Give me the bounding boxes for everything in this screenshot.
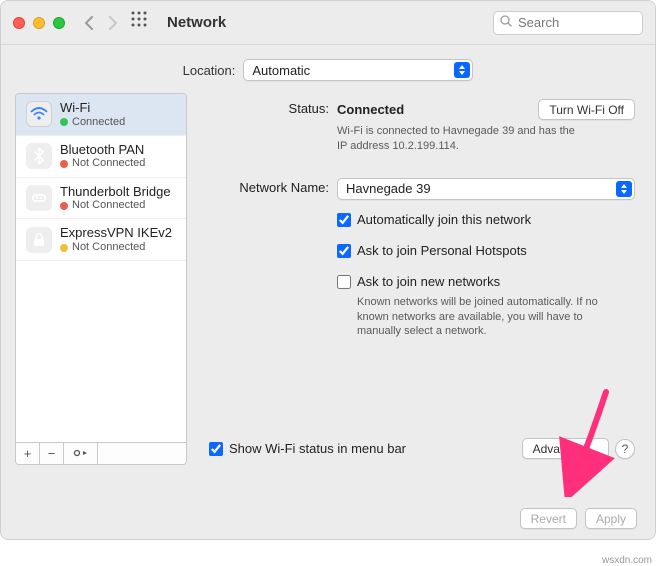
service-actions-button[interactable] <box>64 443 98 464</box>
sidebar: Wi-Fi Connected Bluetooth PAN Not Connec… <box>15 93 187 465</box>
minimize-icon[interactable] <box>33 17 45 29</box>
service-bluetooth-pan[interactable]: Bluetooth PAN Not Connected <box>16 136 186 178</box>
search-icon <box>500 15 512 30</box>
bottom-row: Show Wi-Fi status in menu bar Advanced… … <box>199 438 635 465</box>
status-dot-icon <box>60 202 68 210</box>
network-name-value: Havnegade 39 <box>346 181 431 196</box>
status-dot-icon <box>60 118 68 126</box>
service-wifi[interactable]: Wi-Fi Connected <box>16 94 186 136</box>
window-title: Network <box>167 14 226 31</box>
auto-join-checkbox[interactable] <box>337 213 351 227</box>
location-select[interactable]: Automatic <box>243 59 473 81</box>
status-row: Status: Connected Turn Wi-Fi Off Wi-Fi i… <box>199 99 635 154</box>
location-value: Automatic <box>252 63 310 78</box>
status-dot-icon <box>60 244 68 252</box>
network-preferences-window: Network Location: Automatic <box>0 0 656 540</box>
bluetooth-icon <box>26 143 52 169</box>
status-value: Connected <box>337 102 404 117</box>
show-wifi-status-checkbox[interactable] <box>209 442 223 456</box>
help-button[interactable]: ? <box>615 439 635 459</box>
detail-pane: Status: Connected Turn Wi-Fi Off Wi-Fi i… <box>199 93 641 465</box>
ask-hotspot-row: Ask to join Personal Hotspots <box>199 243 635 258</box>
ask-new-networks-row: Ask to join new networks Known networks … <box>199 274 635 340</box>
advanced-button[interactable]: Advanced… <box>522 438 609 459</box>
close-icon[interactable] <box>13 17 25 29</box>
status-description: Wi-Fi is connected to Havnegade 39 and h… <box>337 124 587 154</box>
lock-icon <box>26 227 52 253</box>
show-all-icon[interactable] <box>131 11 155 35</box>
location-row: Location: Automatic <box>1 45 655 93</box>
chevron-updown-icon <box>454 62 470 78</box>
service-name: Thunderbolt Bridge <box>60 184 171 200</box>
footer: Revert Apply <box>520 508 637 529</box>
watermark: wsxdn.com <box>602 555 652 566</box>
ask-new-networks-label: Ask to join new networks <box>357 274 500 289</box>
network-name-row: Network Name: Havnegade 39 <box>199 178 635 200</box>
status-dot-icon <box>60 160 68 168</box>
toggle-wifi-button[interactable]: Turn Wi-Fi Off <box>538 99 635 120</box>
show-wifi-status-label: Show Wi-Fi status in menu bar <box>229 441 522 456</box>
chevron-updown-icon <box>616 181 632 197</box>
ask-hotspot-label: Ask to join Personal Hotspots <box>357 243 527 258</box>
titlebar: Network <box>1 1 655 45</box>
auto-join-label: Automatically join this network <box>357 212 531 227</box>
remove-service-button[interactable]: − <box>40 443 64 464</box>
status-label: Status: <box>199 99 337 116</box>
service-name: Wi-Fi <box>60 100 125 116</box>
network-name-label: Network Name: <box>199 178 337 195</box>
add-service-button[interactable]: + <box>16 443 40 464</box>
location-label: Location: <box>183 63 236 78</box>
apply-button[interactable]: Apply <box>585 508 637 529</box>
auto-join-row: Automatically join this network <box>199 212 635 227</box>
service-thunderbolt-bridge[interactable]: Thunderbolt Bridge Not Connected <box>16 178 186 220</box>
thunderbolt-icon <box>26 185 52 211</box>
back-button[interactable] <box>77 11 101 35</box>
search-field[interactable] <box>493 11 643 35</box>
search-input[interactable] <box>516 14 636 31</box>
network-name-select[interactable]: Havnegade 39 <box>337 178 635 200</box>
ask-new-networks-desc: Known networks will be joined automatica… <box>357 295 607 340</box>
traffic-lights <box>13 17 65 29</box>
ask-new-networks-checkbox[interactable] <box>337 275 351 289</box>
service-name: Bluetooth PAN <box>60 142 145 158</box>
ask-hotspot-checkbox[interactable] <box>337 244 351 258</box>
service-name: ExpressVPN IKEv2 <box>60 225 172 241</box>
zoom-icon[interactable] <box>53 17 65 29</box>
revert-button[interactable]: Revert <box>520 508 577 529</box>
body: Wi-Fi Connected Bluetooth PAN Not Connec… <box>1 93 655 465</box>
forward-button[interactable] <box>101 11 125 35</box>
wifi-icon <box>26 101 52 127</box>
service-list-toolbar: + − <box>15 443 187 465</box>
service-list[interactable]: Wi-Fi Connected Bluetooth PAN Not Connec… <box>15 93 187 443</box>
service-expressvpn[interactable]: ExpressVPN IKEv2 Not Connected <box>16 219 186 261</box>
